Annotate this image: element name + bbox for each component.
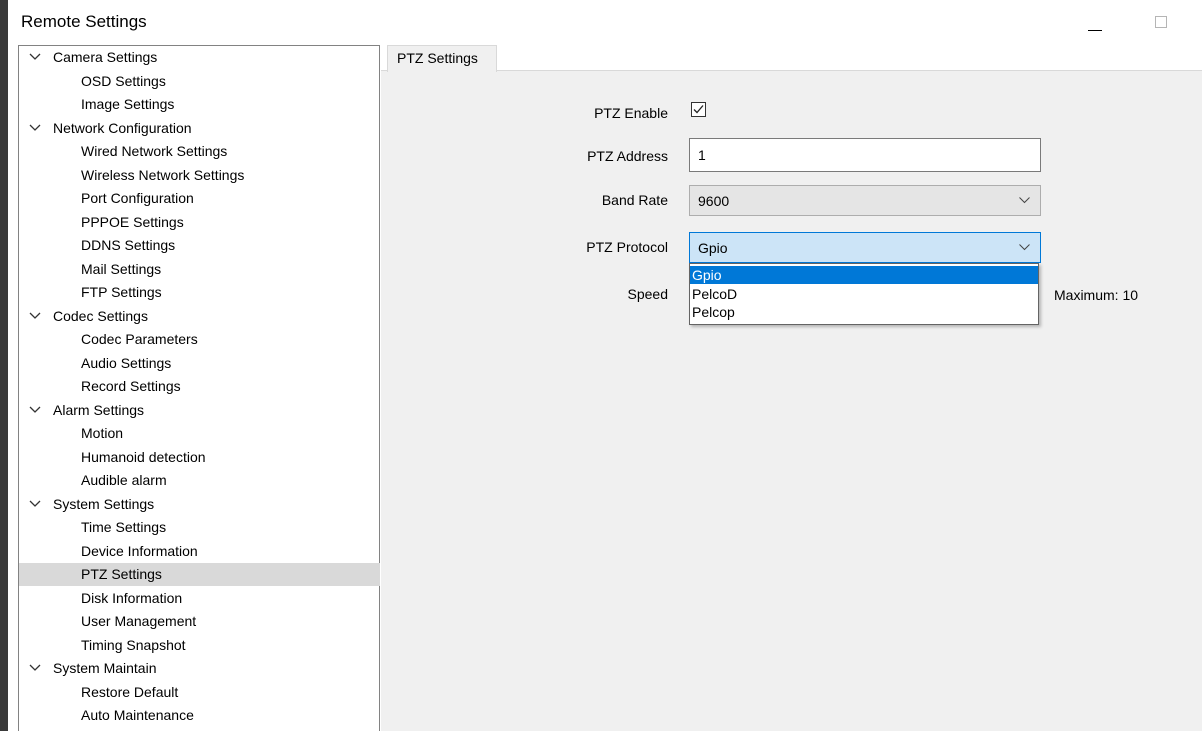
tree-item-label: Motion (81, 425, 124, 441)
chevron-down-icon[interactable] (29, 657, 41, 680)
ptz-protocol-label: PTZ Protocol (586, 239, 668, 255)
minimize-button[interactable] (1082, 8, 1108, 34)
window-left-edge (0, 0, 8, 731)
protocol-option-pelcop[interactable]: Pelcop (690, 303, 1038, 321)
ptz-protocol-select[interactable]: Gpio (689, 232, 1041, 263)
tree-group-label: System Maintain (53, 660, 157, 676)
tree-item-port-configuration[interactable]: Port Configuration (19, 187, 380, 210)
tree-group-label: Codec Settings (53, 308, 148, 324)
chevron-down-icon (1019, 197, 1030, 204)
tree-item-record-settings[interactable]: Record Settings (19, 375, 380, 398)
tree-group-camera-settings[interactable]: Camera Settings (19, 46, 380, 69)
tree-group-alarm-settings[interactable]: Alarm Settings (19, 399, 380, 422)
tree-item-label: Record Settings (81, 378, 181, 394)
protocol-option-gpio[interactable]: Gpio (690, 266, 1038, 284)
ptz-protocol-value: Gpio (698, 240, 728, 256)
tree-item-time-settings[interactable]: Time Settings (19, 516, 380, 539)
speed-maximum-label: Maximum: 10 (1054, 287, 1139, 303)
tree-item-ddns-settings[interactable]: DDNS Settings (19, 234, 380, 257)
tree-item-label: Humanoid detection (81, 449, 206, 465)
tree-item-ftp-settings[interactable]: FTP Settings (19, 281, 380, 304)
tree-item-label: Timing Snapshot (81, 637, 186, 653)
tree-item-label: Port Configuration (81, 190, 194, 206)
tree-group-label: System Settings (53, 496, 155, 512)
tree-group-label: Camera Settings (53, 49, 158, 65)
tree-item-motion[interactable]: Motion (19, 422, 380, 445)
tab-bar: PTZ Settings (381, 45, 1202, 72)
band-rate-label: Band Rate (601, 192, 668, 208)
tree-item-label: Audio Settings (81, 355, 172, 371)
tree-item-audio-settings[interactable]: Audio Settings (19, 352, 380, 375)
tree-item-auto-maintenance[interactable]: Auto Maintenance (19, 704, 380, 727)
tree-item-user-management[interactable]: User Management (19, 610, 380, 633)
chevron-down-icon[interactable] (29, 305, 41, 328)
tree-item-label: DDNS Settings (81, 237, 176, 253)
tree-group-label: Network Configuration (53, 120, 192, 136)
tree-item-label: Restore Default (81, 684, 179, 700)
band-rate-select[interactable]: 9600 (689, 185, 1041, 216)
tree-item-label: Disk Information (81, 590, 183, 606)
speed-label: Speed (627, 286, 668, 302)
tree-item-label: Wireless Network Settings (81, 167, 245, 183)
band-rate-value: 9600 (698, 193, 730, 209)
settings-tree[interactable]: Camera Settings OSD Settings Image Setting… (18, 45, 380, 731)
tree-item-mail-settings[interactable]: Mail Settings (19, 258, 380, 281)
tree-item-label: Audible alarm (81, 472, 167, 488)
tree-item-label: PTZ Settings (81, 566, 162, 582)
tree-item-humanoid-detection[interactable]: Humanoid detection (19, 446, 380, 469)
tree-item-label: Time Settings (81, 519, 167, 535)
tree-item-restore-default[interactable]: Restore Default (19, 681, 380, 704)
chevron-down-icon (1019, 244, 1030, 251)
tree-group-system-maintain[interactable]: System Maintain (19, 657, 380, 680)
tree-item-image-settings[interactable]: Image Settings (19, 93, 380, 116)
chevron-down-icon[interactable] (29, 117, 41, 140)
settings-panel: PTZ Settings PTZ Enable PTZ Address Band… (381, 45, 1202, 731)
checkmark-icon (693, 105, 704, 114)
tree-item-label: FTP Settings (81, 284, 162, 300)
tree-item-label: Device Information (81, 543, 198, 559)
maximize-button[interactable] (1148, 8, 1174, 34)
ptz-enable-checkbox[interactable] (691, 102, 706, 117)
tree-item-label: Image Settings (81, 96, 175, 112)
ptz-address-label: PTZ Address (587, 148, 668, 164)
tree-item-label: Codec Parameters (81, 331, 198, 347)
tree-item-device-information[interactable]: Device Information (19, 540, 380, 563)
tree-item-codec-parameters[interactable]: Codec Parameters (19, 328, 380, 351)
tree-item-label: Wired Network Settings (81, 143, 228, 159)
tree-item-osd-settings[interactable]: OSD Settings (19, 70, 380, 93)
chevron-down-icon[interactable] (29, 399, 41, 422)
ptz-enable-label: PTZ Enable (594, 105, 668, 121)
tree-item-wireless-network-settings[interactable]: Wireless Network Settings (19, 164, 380, 187)
tree-item-label: User Management (81, 613, 197, 629)
chevron-down-icon[interactable] (29, 46, 41, 69)
tree-item-label: PPPOE Settings (81, 214, 184, 230)
tree-item-pppoe-settings[interactable]: PPPOE Settings (19, 211, 380, 234)
ptz-protocol-dropdown[interactable]: Gpio PelcoD Pelcop (689, 263, 1039, 325)
tree-group-network-configuration[interactable]: Network Configuration (19, 117, 380, 140)
window-left-gap (8, 0, 18, 731)
tab-ptz-settings[interactable]: PTZ Settings (387, 45, 497, 72)
ptz-address-input[interactable] (689, 138, 1041, 172)
tree-item-disk-information[interactable]: Disk Information (19, 587, 380, 610)
chevron-down-icon[interactable] (29, 493, 41, 516)
tree-item-label: OSD Settings (81, 73, 166, 89)
tree-group-system-settings[interactable]: System Settings (19, 493, 380, 516)
tree-group-label: Alarm Settings (53, 402, 145, 418)
tree-item-timing-snapshot[interactable]: Timing Snapshot (19, 634, 380, 657)
tree-group-codec-settings[interactable]: Codec Settings (19, 305, 380, 328)
tree-item-wired-network-settings[interactable]: Wired Network Settings (19, 140, 380, 163)
tree-item-ptz-settings[interactable]: PTZ Settings (19, 563, 380, 586)
tree-item-audible-alarm[interactable]: Audible alarm (19, 469, 380, 492)
tree-item-label: Mail Settings (81, 261, 162, 277)
tree-item-label: Auto Maintenance (81, 707, 194, 723)
window-title: Remote Settings (21, 12, 147, 31)
title-bar: Remote Settings (18, 0, 1202, 45)
protocol-option-pelcod[interactable]: PelcoD (690, 285, 1038, 303)
